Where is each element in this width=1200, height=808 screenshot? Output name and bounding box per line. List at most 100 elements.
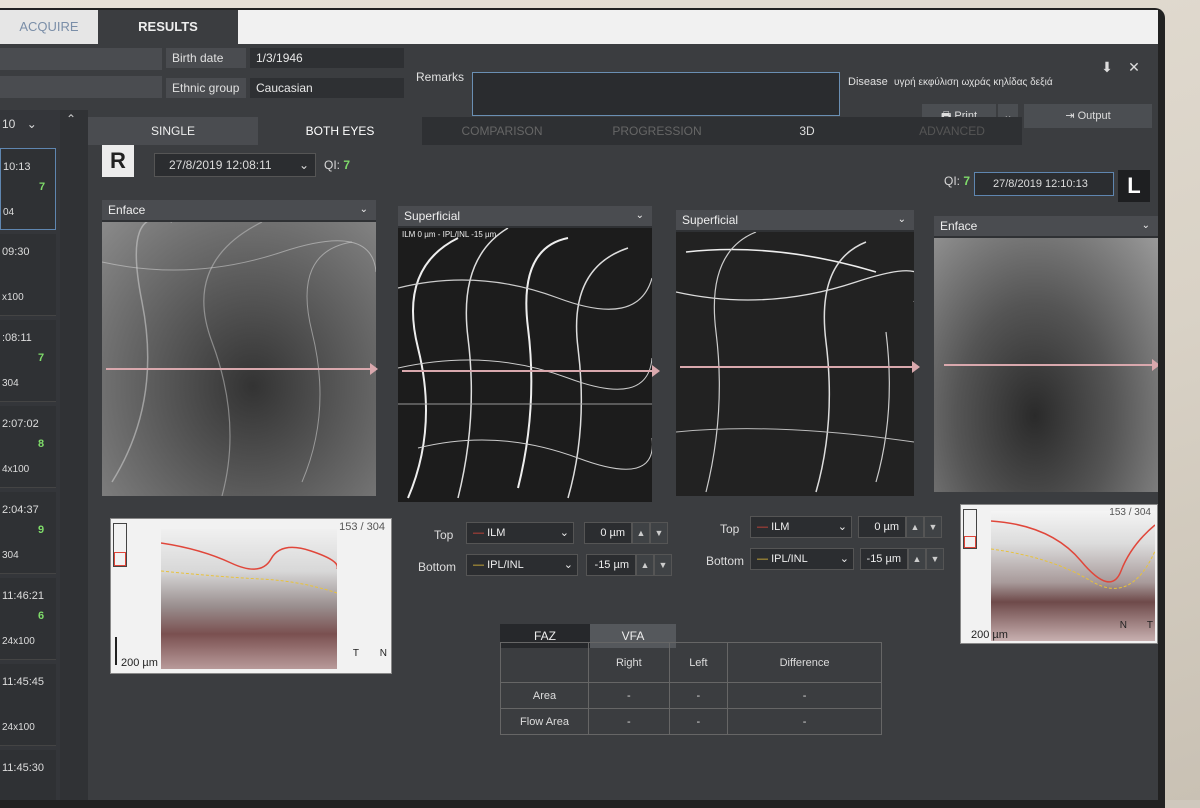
seg-right-bottom-layer-select[interactable]: — IPL/INL ⌄ (466, 554, 578, 576)
table-row: Flow Area - - - (500, 708, 882, 735)
exam-list-count: 10 (2, 117, 16, 131)
tab-single[interactable]: SINGLE (88, 117, 258, 145)
exam-item[interactable]: 2:07:02 8 4x100 (0, 406, 56, 488)
scale-bar (115, 637, 117, 665)
panel-superficial-left-title: Superficial (682, 213, 739, 227)
decrement-icon[interactable]: ▼ (926, 548, 944, 570)
panel-superficial-left: Superficial ⌄ (676, 210, 920, 496)
increment-icon[interactable]: ▲ (906, 516, 924, 538)
panel-enface-right: Enface ⌄ (102, 200, 378, 496)
exam-qi: 6 (38, 610, 45, 622)
decrement-icon[interactable]: ▼ (650, 522, 668, 544)
exam-size: 304 (2, 378, 19, 389)
exam-time: 11:46:21 (2, 590, 45, 602)
left-qi-label: QI: (944, 174, 961, 188)
tab-advanced[interactable]: ADVANCED (882, 117, 1022, 145)
exam-item[interactable]: 10:13 7 04 (0, 148, 56, 230)
panel-superficial-left-select[interactable]: Superficial ⌄ (676, 210, 914, 230)
left-qi: QI: 7 (944, 174, 970, 188)
left-exam-date-select[interactable]: 27/8/2019 12:10:13 (974, 172, 1114, 196)
exam-qi: 9 (38, 524, 45, 536)
seg-right-top-offset[interactable]: 0 µm (584, 522, 632, 544)
angio-image-left[interactable] (676, 232, 914, 496)
close-icon[interactable]: ✕ (1125, 58, 1143, 76)
left-exam-date: 27/8/2019 12:10:13 (993, 178, 1088, 190)
chevron-down-icon: ⌄ (26, 117, 37, 131)
exam-item[interactable]: :08:11 7 304 (0, 320, 56, 402)
sidebar-collapse-strip[interactable]: ⌃ (60, 110, 88, 800)
remarks-label: Remarks (416, 70, 465, 84)
seg-right-top-layer-select[interactable]: — ILM ⌄ (466, 522, 574, 544)
right-exam-date-select[interactable]: 27/8/2019 12:08:11 ⌄ (154, 153, 316, 177)
remarks-field[interactable] (472, 72, 840, 116)
table-cell: - (588, 682, 670, 709)
increment-icon[interactable]: ▲ (632, 522, 650, 544)
tab-results[interactable]: RESULTS (98, 10, 238, 44)
exam-item[interactable]: 11:45:30 (0, 750, 56, 800)
bscan-right[interactable]: 153 / 304 200 µm T N (110, 518, 392, 674)
exam-time: 2:04:37 (2, 504, 39, 516)
seg-left-bottom-offset[interactable]: -15 µm (860, 548, 908, 570)
right-qi: QI: 7 (324, 158, 350, 172)
top-tab-bar: ACQUIRE RESULTS (0, 10, 1158, 44)
exam-time: 11:45:30 (2, 762, 45, 774)
tab-both-eyes[interactable]: BOTH EYES (258, 117, 422, 145)
ethnic-group-value: Caucasian (250, 78, 404, 98)
pin-icon[interactable]: ⬇ (1098, 58, 1116, 76)
app-window: ACQUIRE RESULTS Birth date 1/3/1946 Ethn… (0, 10, 1158, 800)
seg-left-top-label: Top (720, 522, 740, 536)
scan-line-arrow[interactable] (402, 365, 660, 377)
exam-qi: 8 (38, 438, 45, 450)
scan-line-arrow[interactable] (680, 361, 920, 373)
table-cell: - (668, 682, 729, 709)
exam-time: 2:07:02 (2, 418, 39, 430)
collapse-up-icon[interactable]: ⌃ (66, 112, 76, 126)
table-cell: - (727, 708, 882, 735)
panel-enface-left: Enface ⌄ (934, 216, 1158, 492)
disease-label: Disease (848, 76, 888, 88)
bscan-position-indicator (113, 523, 127, 567)
exam-list-sidebar: 10 ⌄ 10:13 7 04 09:30 x100 :08:11 7 304 2:07:… (0, 110, 60, 800)
orientation-t: T (1146, 620, 1153, 631)
bscan-left[interactable]: 153 / 304 200 µm N T (960, 504, 1158, 644)
scan-line-arrow[interactable] (106, 363, 378, 375)
panel-enface-right-title: Enface (108, 203, 146, 217)
orientation-n: N (1119, 620, 1127, 631)
tab-acquire[interactable]: ACQUIRE (0, 10, 98, 44)
seg-right-top-label: Top (434, 528, 454, 542)
seg-left-bottom-label: Bottom (706, 554, 745, 568)
patient-id-field (0, 76, 162, 98)
increment-icon[interactable]: ▲ (636, 554, 654, 576)
seg-left-top-layer: ILM (771, 521, 790, 533)
panel-enface-right-select[interactable]: Enface ⌄ (102, 200, 376, 220)
tab-progression[interactable]: PROGRESSION (582, 117, 732, 145)
bscan-right-scale: 200 µm (121, 657, 158, 669)
tab-3d[interactable]: 3D (732, 117, 882, 145)
angio-image-right[interactable]: ILM 0 µm - IPL/INL -15 µm (398, 228, 652, 502)
tab-comparison[interactable]: COMPARISON (422, 117, 582, 145)
exam-item[interactable]: 11:45:45 24x100 (0, 664, 56, 746)
decrement-icon[interactable]: ▼ (654, 554, 672, 576)
scan-line-arrow[interactable] (944, 359, 1158, 371)
exam-time: 11:45:45 (2, 676, 45, 688)
panel-enface-left-select[interactable]: Enface ⌄ (934, 216, 1158, 236)
seg-left-bottom-layer-select[interactable]: — IPL/INL ⌄ (750, 548, 854, 570)
output-button[interactable]: ⇥ Output (1024, 104, 1152, 128)
bscan-left-counter: 153 / 304 (1109, 507, 1151, 518)
decrement-icon[interactable]: ▼ (924, 516, 942, 538)
seg-left-top-layer-select[interactable]: — ILM ⌄ (750, 516, 852, 538)
exam-list-header[interactable]: 10 ⌄ (0, 110, 56, 138)
chevron-down-icon: ⌄ (1141, 220, 1150, 231)
seg-right-bottom-label: Bottom (418, 560, 457, 574)
enface-image-right[interactable] (102, 222, 376, 496)
increment-icon[interactable]: ▲ (908, 548, 926, 570)
chevron-down-icon: ⌄ (359, 204, 368, 215)
seg-left-top-offset[interactable]: 0 µm (858, 516, 906, 538)
table-header-row: Right Left Difference (500, 642, 882, 683)
exam-time: 09:30 (2, 246, 30, 258)
exam-item[interactable]: 09:30 x100 (0, 234, 56, 316)
exam-item[interactable]: 11:46:21 6 24x100 (0, 578, 56, 660)
exam-item[interactable]: 2:04:37 9 304 (0, 492, 56, 574)
panel-superficial-right-select[interactable]: Superficial ⌄ (398, 206, 652, 226)
seg-right-bottom-offset[interactable]: -15 µm (586, 554, 636, 576)
